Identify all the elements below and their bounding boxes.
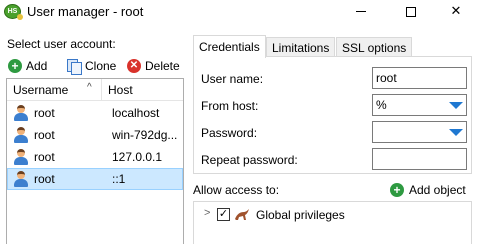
tab-ssl-options[interactable]: SSL options — [336, 37, 413, 57]
user-row[interactable]: root win-792dg... — [7, 124, 183, 146]
add-icon: + — [8, 59, 22, 73]
app-icon: HS — [4, 4, 23, 20]
allow-access-label: Allow access to: — [193, 183, 280, 197]
tree-item-label: Global privileges — [256, 208, 345, 222]
user-row[interactable]: root 127.0.0.1 — [7, 146, 183, 168]
close-icon: ✕ — [450, 3, 462, 18]
user-name-label: User name: — [201, 72, 264, 86]
maximize-button[interactable] — [388, 0, 434, 23]
minimize-icon — [356, 11, 366, 13]
user-row-username: root — [34, 172, 55, 186]
user-list[interactable]: Username ^ Host root localhost root win-… — [6, 78, 184, 244]
user-icon — [14, 105, 28, 121]
user-row-host: 127.0.0.1 — [112, 150, 163, 164]
credentials-panel: User name: root From host: % Password: R… — [193, 56, 472, 174]
title-bar: HS User manager - root ✕ — [0, 0, 477, 23]
list-header: Username ^ Host — [7, 79, 183, 101]
add-label: Add — [26, 59, 48, 73]
user-row-host: win-792dg... — [112, 128, 178, 142]
password-input[interactable] — [372, 121, 467, 143]
select-user-label: Select user account: — [7, 37, 116, 51]
from-host-label: From host: — [201, 99, 259, 113]
sort-ascending-icon: ^ — [87, 82, 92, 93]
password-label: Password: — [201, 126, 258, 140]
delete-label: Delete — [145, 59, 180, 73]
close-button[interactable]: ✕ — [433, 0, 477, 23]
user-row[interactable]: root localhost — [7, 102, 183, 124]
add-icon: + — [390, 183, 404, 197]
add-object-button[interactable]: + Add object — [390, 181, 466, 199]
from-host-value: % — [376, 98, 387, 112]
column-host[interactable]: Host — [108, 83, 133, 97]
add-object-label: Add object — [409, 183, 466, 197]
global-privileges-checkbox[interactable]: ✓ — [217, 208, 230, 221]
user-row-username: root — [34, 128, 55, 142]
user-icon — [14, 171, 28, 187]
delete-user-button[interactable]: ✕ Delete — [127, 56, 180, 76]
dropdown-arrow-icon[interactable] — [449, 129, 463, 136]
global-privileges-icon — [235, 209, 249, 220]
minimize-button[interactable] — [338, 0, 384, 23]
clone-user-button[interactable]: Clone — [67, 56, 116, 76]
user-row-host: localhost — [112, 106, 160, 120]
user-row-username: root — [34, 150, 55, 164]
clone-icon — [67, 58, 82, 75]
user-icon — [14, 127, 28, 143]
user-row-host: ::1 — [112, 172, 126, 186]
delete-icon: ✕ — [127, 59, 141, 73]
column-username[interactable]: Username — [13, 83, 68, 97]
repeat-password-label: Repeat password: — [201, 153, 298, 167]
tab-credentials[interactable]: Credentials — [193, 35, 266, 58]
user-row-username: root — [34, 106, 55, 120]
user-row-selected[interactable]: root ::1 — [7, 168, 183, 190]
user-name-input[interactable]: root — [372, 67, 467, 89]
column-divider[interactable] — [101, 79, 102, 101]
user-icon — [14, 149, 28, 165]
access-tree[interactable]: > ✓ Global privileges — [193, 201, 472, 244]
from-host-select[interactable]: % — [372, 94, 467, 116]
window-title: User manager - root — [27, 4, 144, 19]
clone-label: Clone — [85, 59, 117, 73]
maximize-icon — [406, 6, 416, 17]
dropdown-arrow-icon[interactable] — [449, 102, 463, 109]
tab-limitations[interactable]: Limitations — [266, 37, 336, 57]
add-user-button[interactable]: + Add — [8, 56, 47, 76]
repeat-password-input[interactable] — [372, 148, 467, 170]
expand-icon[interactable]: > — [204, 207, 210, 219]
